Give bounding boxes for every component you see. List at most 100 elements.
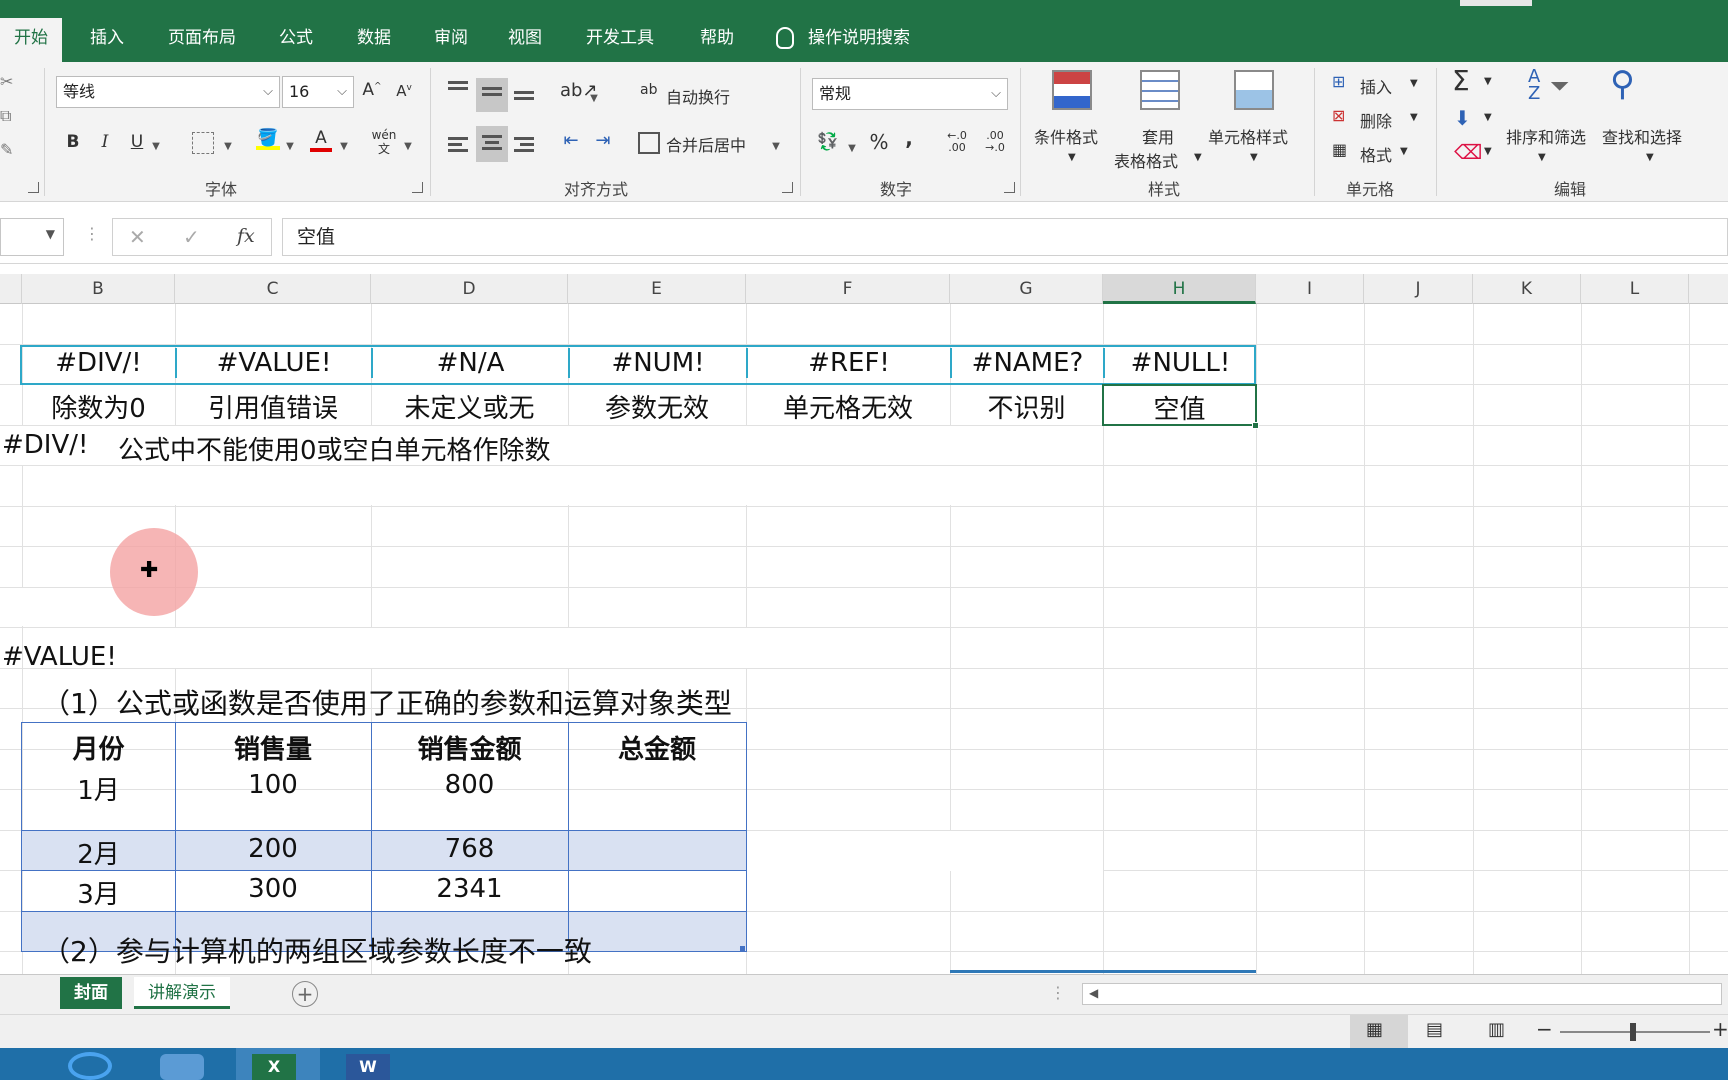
app-icon[interactable] xyxy=(160,1054,204,1080)
tab-page-layout[interactable]: 页面布局 xyxy=(154,18,250,62)
error-code-cell[interactable]: #DIV/! xyxy=(22,348,175,378)
tab-data[interactable]: 数据 xyxy=(343,18,405,62)
zoom-in-button[interactable]: + xyxy=(1712,1017,1728,1041)
grow-font-button[interactable]: A^ xyxy=(362,80,382,100)
sheet-tab-cover[interactable]: 封面 xyxy=(60,977,122,1009)
sales-cell[interactable]: 2341 xyxy=(371,874,568,904)
phonetic-dropdown[interactable]: ▼ xyxy=(402,134,414,154)
number-format-select[interactable]: 常规 ⌵ xyxy=(812,78,1008,110)
div-note-code[interactable]: #DIV/! xyxy=(2,430,88,460)
align-middle-icon[interactable] xyxy=(476,78,508,112)
borders-icon[interactable] xyxy=(192,132,214,154)
format-as-table-button[interactable]: 表格格式 xyxy=(1114,148,1178,172)
sales-header-quantity[interactable]: 销售量 xyxy=(175,729,371,766)
chevron-down-icon[interactable]: ▼ xyxy=(1646,152,1654,163)
conditional-formatting-icon[interactable] xyxy=(1052,70,1092,110)
zoom-slider-thumb[interactable] xyxy=(1630,1023,1636,1041)
error-code-cell[interactable]: #REF! xyxy=(746,348,950,378)
tab-splitter-icon[interactable]: ⋮ xyxy=(1050,983,1066,1002)
value-heading[interactable]: #VALUE! xyxy=(2,642,117,672)
alignment-launcher-icon[interactable] xyxy=(782,182,793,193)
format-as-table-icon[interactable] xyxy=(1140,70,1180,110)
error-meaning-cell[interactable]: 除数为0 xyxy=(22,388,175,425)
column-header-k[interactable]: K xyxy=(1473,274,1581,304)
bold-button[interactable]: B xyxy=(64,132,82,152)
sales-cell[interactable]: 1月 xyxy=(22,770,175,807)
cell-styles-icon[interactable] xyxy=(1234,70,1274,110)
column-header-i[interactable]: I xyxy=(1256,274,1364,304)
scroll-left-icon[interactable]: ◀ xyxy=(1089,986,1098,1000)
chevron-down-icon[interactable]: ▼ xyxy=(1068,152,1076,163)
tab-help[interactable]: 帮助 xyxy=(686,18,748,62)
sales-cell[interactable]: 300 xyxy=(175,874,371,904)
word-icon[interactable]: W xyxy=(346,1054,390,1080)
chevron-down-icon[interactable]: ▼ xyxy=(1400,146,1408,157)
div-note-text[interactable]: 公式中不能使用0或空白单元格作除数 xyxy=(118,430,551,467)
align-center-icon[interactable] xyxy=(476,126,508,162)
page-break-view-icon[interactable]: ▥ xyxy=(1488,1019,1505,1040)
fill-color-dropdown[interactable]: ▼ xyxy=(284,134,296,154)
increase-indent-icon[interactable]: ⇥ xyxy=(590,130,616,151)
fill-handle[interactable] xyxy=(1252,422,1259,429)
insert-function-icon[interactable]: fx xyxy=(237,225,255,247)
wrap-text-button[interactable]: 自动换行 xyxy=(666,84,730,108)
chevron-down-icon[interactable]: ▼ xyxy=(1484,76,1492,87)
orientation-icon[interactable]: ab↗ xyxy=(560,80,598,101)
copy-icon[interactable]: ⧉ xyxy=(0,106,11,126)
align-bottom-icon[interactable] xyxy=(514,88,536,103)
borders-dropdown[interactable]: ▼ xyxy=(222,134,234,154)
column-header-b[interactable]: B xyxy=(22,274,175,304)
value-point-2[interactable]: （2）参与计算机的两组区域参数长度不一致 xyxy=(42,930,592,970)
format-cells-button[interactable]: 格式 xyxy=(1360,142,1392,166)
clear-icon[interactable]: ⌫ xyxy=(1454,140,1482,164)
horizontal-scrollbar[interactable]: ◀ xyxy=(1082,983,1722,1005)
shrink-font-button[interactable]: Av xyxy=(394,82,414,100)
currency-icon[interactable]: 💱 xyxy=(814,132,842,152)
increase-decimal-button[interactable]: ←.0 .00 xyxy=(940,130,974,154)
phonetic-guide-icon[interactable]: wén 文 xyxy=(370,128,398,156)
chevron-down-icon[interactable]: ▼ xyxy=(1194,152,1202,163)
currency-dropdown[interactable]: ▼ xyxy=(846,136,858,156)
table-resize-handle[interactable] xyxy=(740,946,745,951)
comma-style-button[interactable]: , xyxy=(902,126,916,150)
sales-cell[interactable]: 200 xyxy=(175,834,371,864)
worksheet-grid[interactable]: #DIV/! #VALUE! #N/A #NUM! #REF! #NAME? #… xyxy=(0,304,1728,974)
font-color-button[interactable]: A xyxy=(310,128,332,152)
decrease-decimal-button[interactable]: .00 →.0 xyxy=(978,130,1012,154)
cancel-icon[interactable]: ✕ xyxy=(129,225,146,249)
tell-me-search[interactable]: 操作说明搜索 xyxy=(776,18,910,62)
underline-button[interactable]: U xyxy=(128,132,146,152)
error-meaning-cell[interactable]: 参数无效 xyxy=(568,388,746,425)
tab-developer[interactable]: 开发工具 xyxy=(572,18,668,62)
chevron-down-icon[interactable]: ▼ xyxy=(1250,152,1258,163)
sales-cell[interactable]: 100 xyxy=(175,770,371,800)
error-code-cell[interactable]: #NAME? xyxy=(950,348,1103,378)
align-right-icon[interactable] xyxy=(514,134,536,155)
align-left-icon[interactable] xyxy=(448,134,470,155)
add-sheet-button[interactable]: + xyxy=(292,981,318,1007)
decrease-indent-icon[interactable]: ⇤ xyxy=(558,130,584,151)
font-size-select[interactable]: 16 ⌵ xyxy=(282,76,354,108)
merge-center-button[interactable]: 合并后居中 xyxy=(666,132,746,156)
align-top-icon[interactable] xyxy=(448,78,470,93)
tab-home[interactable]: 开始 xyxy=(0,18,62,62)
sales-header-month[interactable]: 月份 xyxy=(22,729,175,766)
zoom-out-button[interactable]: − xyxy=(1536,1017,1553,1041)
browser-icon[interactable] xyxy=(68,1052,112,1080)
sheet-tab-demo[interactable]: 讲解演示 xyxy=(134,977,230,1009)
error-meaning-cell[interactable]: 未定义或无 xyxy=(371,388,568,425)
tab-formulas[interactable]: 公式 xyxy=(265,18,327,62)
error-code-cell[interactable]: #VALUE! xyxy=(175,348,371,378)
clipboard-launcher-icon[interactable] xyxy=(28,182,39,193)
column-header-l[interactable]: L xyxy=(1581,274,1689,304)
chevron-down-icon[interactable]: ▼ xyxy=(1410,112,1418,123)
tab-view[interactable]: 视图 xyxy=(494,18,556,62)
number-launcher-icon[interactable] xyxy=(1004,182,1015,193)
column-header-g[interactable]: G xyxy=(950,274,1103,304)
error-meaning-cell[interactable]: 单元格无效 xyxy=(746,388,950,425)
format-as-table-line1[interactable]: 套用 xyxy=(1142,124,1174,148)
merge-dropdown[interactable]: ▼ xyxy=(770,134,782,154)
orientation-dropdown[interactable]: ▼ xyxy=(588,86,600,106)
percent-button[interactable]: % xyxy=(868,130,890,154)
tab-insert[interactable]: 插入 xyxy=(76,18,138,62)
